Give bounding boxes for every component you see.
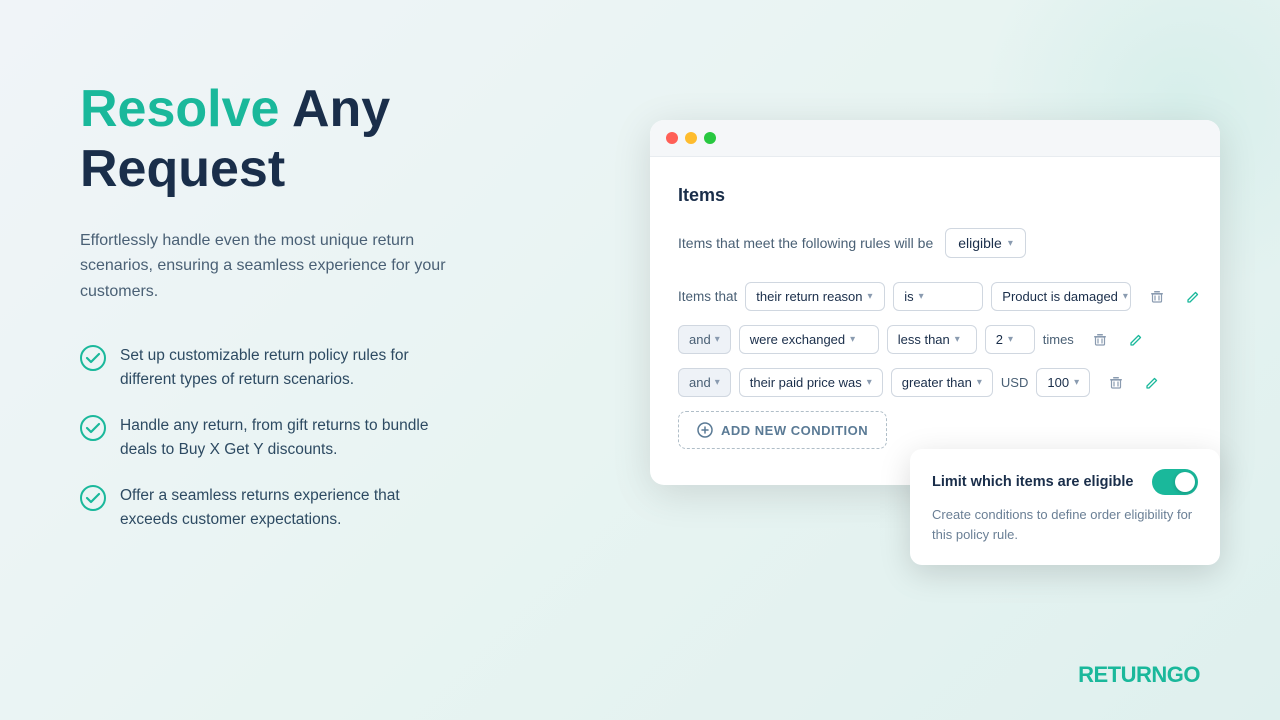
is-operator-select[interactable]: is ▾ xyxy=(893,282,983,311)
condition2-actions xyxy=(1086,326,1150,354)
damage-chevron: ▾ xyxy=(1123,291,1128,302)
price-chevron: ▾ xyxy=(1074,377,1079,388)
exchanged-value: were exchanged xyxy=(750,332,845,347)
rules-label: Items that meet the following rules will… xyxy=(678,235,933,251)
times-label: times xyxy=(1043,332,1074,347)
feature-text-3: Offer a seamless returns experience that… xyxy=(120,484,460,532)
price-value-select[interactable]: 100 ▾ xyxy=(1036,368,1090,397)
eligible-value: eligible xyxy=(958,235,1002,251)
condition3-delete-button[interactable] xyxy=(1102,369,1130,397)
condition-row-2: and ▾ were exchanged ▾ less than ▾ 2 ▾ t… xyxy=(678,325,1192,354)
check-icon-2 xyxy=(80,415,106,441)
currency-label: USD xyxy=(1001,375,1028,390)
and-label-2: and xyxy=(689,375,711,390)
left-panel: Resolve AnyRequest Effortlessly handle e… xyxy=(80,80,560,532)
toggle-knob xyxy=(1175,472,1195,492)
and-label-1: and xyxy=(689,332,711,347)
check-icon-1 xyxy=(80,345,106,371)
is-operator-value: is xyxy=(904,289,913,304)
headline: Resolve AnyRequest xyxy=(80,80,560,200)
price-value: 100 xyxy=(1047,375,1069,390)
condition2-delete-button[interactable] xyxy=(1086,326,1114,354)
less-than-chevron: ▾ xyxy=(955,334,960,345)
exchanged-chevron: ▾ xyxy=(850,334,855,345)
plus-circle-icon xyxy=(697,422,713,438)
condition1-edit-button[interactable] xyxy=(1179,283,1207,311)
exchanged-select[interactable]: were exchanged ▾ xyxy=(739,325,879,354)
dot-red[interactable] xyxy=(666,132,678,144)
rules-header: Items that meet the following rules will… xyxy=(678,228,1192,258)
browser-bar xyxy=(650,120,1220,157)
condition2-edit-button[interactable] xyxy=(1122,326,1150,354)
damage-value: Product is damaged xyxy=(1002,289,1118,304)
damage-value-select[interactable]: Product is damaged ▾ xyxy=(991,282,1131,311)
eligible-select[interactable]: eligible ▾ xyxy=(945,228,1026,258)
and-badge-2[interactable]: and ▾ xyxy=(678,368,731,397)
feature-item-3: Offer a seamless returns experience that… xyxy=(80,484,560,532)
condition-row-1: Items that their return reason ▾ is ▾ Pr… xyxy=(678,282,1192,311)
dot-yellow[interactable] xyxy=(685,132,697,144)
count-select[interactable]: 2 ▾ xyxy=(985,325,1035,354)
tooltip-header: Limit which items are eligible xyxy=(932,469,1198,495)
section-title: Items xyxy=(678,185,1192,206)
greater-than-chevron: ▾ xyxy=(977,377,982,388)
return-reason-value: their return reason xyxy=(756,289,862,304)
browser-window: Items Items that meet the following rule… xyxy=(650,120,1220,485)
paid-price-select[interactable]: their paid price was ▾ xyxy=(739,368,883,397)
less-than-select[interactable]: less than ▾ xyxy=(887,325,977,354)
greater-than-value: greater than xyxy=(902,375,972,390)
condition3-actions xyxy=(1102,369,1166,397)
logo-part2: GO xyxy=(1167,662,1200,687)
condition-row-3: and ▾ their paid price was ▾ greater tha… xyxy=(678,368,1192,397)
less-than-value: less than xyxy=(898,332,950,347)
feature-item-2: Handle any return, from gift returns to … xyxy=(80,414,560,462)
headline-resolve: Resolve xyxy=(80,80,279,138)
items-that-label: Items that xyxy=(678,289,737,304)
greater-than-select[interactable]: greater than ▾ xyxy=(891,368,993,397)
toggle-switch[interactable] xyxy=(1152,469,1198,495)
logo-part1: RETURN xyxy=(1078,662,1167,687)
check-icon-3 xyxy=(80,485,106,511)
eligible-chevron: ▾ xyxy=(1008,238,1013,249)
add-condition-button[interactable]: ADD NEW CONDITION xyxy=(678,411,887,449)
and-chevron-2: ▾ xyxy=(715,377,720,388)
and-badge-1[interactable]: and ▾ xyxy=(678,325,731,354)
logo: RETURNGO xyxy=(1078,662,1200,688)
paid-price-chevron: ▾ xyxy=(867,377,872,388)
count-chevron: ▾ xyxy=(1008,334,1013,345)
and-chevron-1: ▾ xyxy=(715,334,720,345)
paid-price-value: their paid price was xyxy=(750,375,862,390)
dot-green[interactable] xyxy=(704,132,716,144)
browser-content: Items Items that meet the following rule… xyxy=(650,157,1220,485)
return-reason-chevron: ▾ xyxy=(868,291,873,302)
add-condition-label: ADD NEW CONDITION xyxy=(721,423,868,438)
feature-item-1: Set up customizable return policy rules … xyxy=(80,344,560,392)
count-value: 2 xyxy=(996,332,1003,347)
tooltip-title: Limit which items are eligible xyxy=(932,474,1133,490)
condition1-delete-button[interactable] xyxy=(1143,283,1171,311)
condition3-edit-button[interactable] xyxy=(1138,369,1166,397)
feature-text-1: Set up customizable return policy rules … xyxy=(120,344,460,392)
condition1-actions xyxy=(1143,283,1207,311)
tooltip-description: Create conditions to define order eligib… xyxy=(932,505,1198,545)
feature-text-2: Handle any return, from gift returns to … xyxy=(120,414,460,462)
is-operator-chevron: ▾ xyxy=(919,291,924,302)
return-reason-select[interactable]: their return reason ▾ xyxy=(745,282,885,311)
tooltip-card: Limit which items are eligible Create co… xyxy=(910,449,1220,565)
subtitle: Effortlessly handle even the most unique… xyxy=(80,228,460,305)
feature-list: Set up customizable return policy rules … xyxy=(80,344,560,532)
